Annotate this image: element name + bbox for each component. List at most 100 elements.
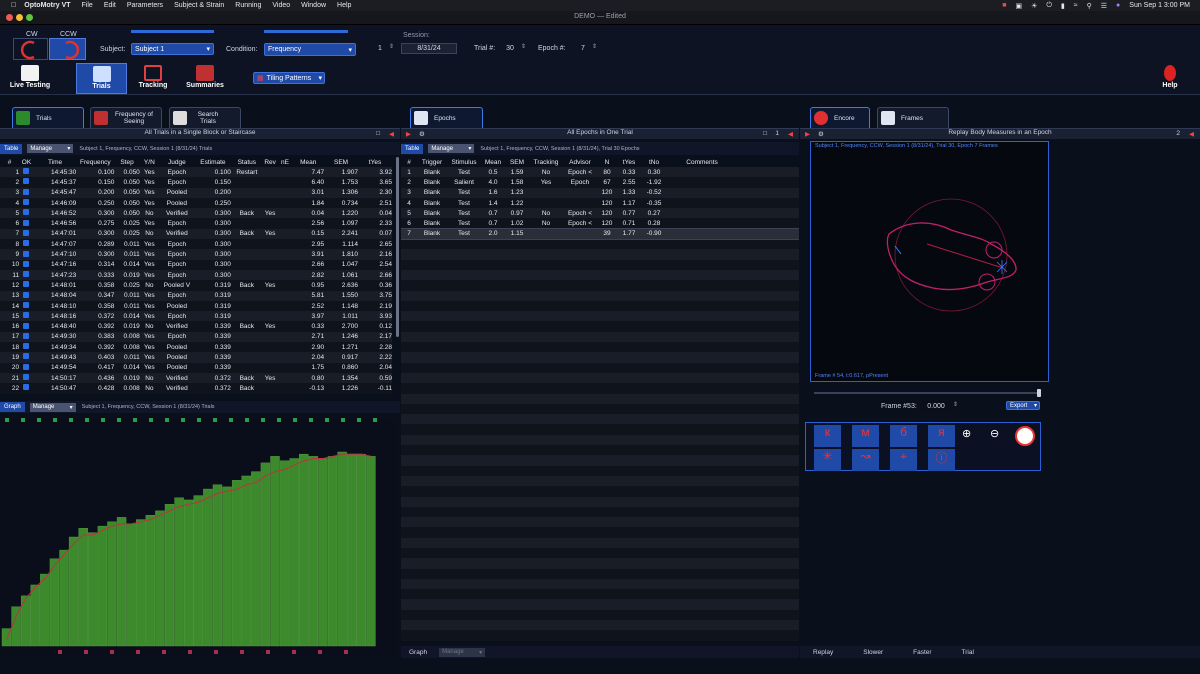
ok-checkbox[interactable] bbox=[23, 363, 30, 370]
ccw-button[interactable] bbox=[49, 38, 86, 60]
graph-manage-select[interactable]: Manage ▾ bbox=[29, 402, 76, 412]
popout-icon[interactable]: □ bbox=[763, 130, 767, 137]
trials-button[interactable]: Trials bbox=[76, 63, 127, 94]
col-estimate[interactable]: Estimate bbox=[195, 157, 231, 167]
menu-app-name[interactable]: OptoMotry VT bbox=[24, 2, 70, 9]
table-row[interactable]: 14 14:48:10 0.358 0.011 Yes Pooled 0.319 2.52 1.… bbox=[0, 300, 392, 312]
trials-scrollbar[interactable] bbox=[396, 157, 399, 337]
live-testing-button[interactable]: Live Testing bbox=[5, 63, 55, 94]
table-row[interactable]: 8 14:47:07 0.289 0.011 Yes Epoch 0.300 2.95 1.11… bbox=[0, 239, 392, 250]
tracking-button[interactable]: Tracking bbox=[128, 63, 178, 94]
tool-nose-icon[interactable]: ✳ bbox=[814, 449, 841, 471]
ok-checkbox[interactable] bbox=[23, 281, 30, 288]
ok-checkbox[interactable] bbox=[23, 343, 30, 350]
middle-manage-select[interactable]: Manage ▾ bbox=[428, 144, 475, 153]
menubar-clock[interactable]: Sun Sep 1 3:00 PM bbox=[1129, 2, 1190, 9]
col-trigger[interactable]: Trigger bbox=[417, 157, 447, 167]
ok-checkbox[interactable] bbox=[23, 219, 30, 226]
menu-running[interactable]: Running bbox=[235, 2, 261, 9]
no-tracking-icon[interactable] bbox=[1015, 426, 1035, 446]
export-select[interactable]: Export ▾ bbox=[1006, 401, 1040, 410]
slower-button[interactable]: Slower bbox=[863, 649, 883, 656]
collapse-icon[interactable]: ◀ bbox=[788, 130, 793, 138]
tool-tail-icon[interactable]: ↝ bbox=[852, 449, 879, 471]
table-row[interactable]: 1 14:45:30 0.100 0.050 Yes Epoch 0.100 Restart 7… bbox=[0, 167, 392, 178]
col-mean[interactable]: Mean bbox=[292, 157, 324, 167]
display-icon[interactable]: ▣ bbox=[1015, 2, 1022, 10]
tool-body-outline-icon[interactable]: к bbox=[814, 425, 841, 447]
brightness-icon[interactable]: ☀ bbox=[1031, 2, 1037, 10]
ok-checkbox[interactable] bbox=[23, 291, 30, 298]
control-center-icon[interactable]: ☰ bbox=[1101, 2, 1107, 10]
col-sem[interactable]: SEM bbox=[505, 157, 529, 167]
col-rev[interactable]: Rev bbox=[263, 157, 278, 167]
col-tno[interactable]: tNo bbox=[641, 157, 667, 167]
table-row[interactable]: 4 14:46:09 0.250 0.050 Yes Pooled 0.250 1.84 0.7… bbox=[0, 197, 392, 209]
col-sem[interactable]: SEM bbox=[324, 157, 358, 167]
epoch-number[interactable]: 7 bbox=[575, 43, 591, 54]
left-manage-select[interactable]: Manage ▾ bbox=[27, 144, 74, 153]
tool-info-icon[interactable]: ⓘ bbox=[928, 449, 955, 471]
search-icon[interactable]: ⚲ bbox=[1087, 2, 1092, 10]
condition-select[interactable]: Frequency ▾ bbox=[264, 43, 356, 56]
table-row[interactable]: 15 14:48:16 0.372 0.014 Yes Epoch 0.319 3.97 1.0… bbox=[0, 311, 392, 322]
ok-checkbox[interactable] bbox=[23, 271, 30, 278]
video-frame-view[interactable]: Subject 1, Frequency, CCW, Session 1 (8/… bbox=[810, 141, 1049, 382]
trial-stepper[interactable]: ⇕ bbox=[521, 43, 529, 54]
replay-button[interactable]: Replay bbox=[813, 649, 833, 656]
table-row[interactable]: 12 14:48:01 0.358 0.025 No Pooled V 0.319 Back Y… bbox=[0, 280, 392, 291]
left-table-button[interactable]: Table bbox=[0, 143, 23, 154]
table-row[interactable]: 5 14:46:52 0.300 0.050 No Verified 0.300 Back Ye… bbox=[0, 208, 392, 219]
expand-icon[interactable]: ▶ bbox=[406, 130, 411, 138]
ok-checkbox[interactable] bbox=[23, 312, 30, 319]
ok-checkbox[interactable] bbox=[23, 178, 30, 185]
power-icon[interactable]: ⏻ bbox=[1046, 2, 1052, 10]
collapse-icon[interactable]: ◀ bbox=[389, 130, 394, 138]
table-row[interactable]: 4 Blank Test 1.4 1.22 120 1.17 -0.35 bbox=[401, 197, 799, 209]
frame-stepper[interactable]: ⇕ bbox=[953, 401, 961, 412]
wifi-icon[interactable]: ≈ bbox=[1074, 2, 1078, 9]
table-row[interactable]: 3 Blank Test 1.6 1.23 120 1.33 -0.52 bbox=[401, 187, 799, 198]
siri-icon[interactable]: ● bbox=[1116, 2, 1120, 9]
session-stepper[interactable]: ⇕ bbox=[389, 43, 397, 54]
table-row[interactable]: 2 Blank Salient 4.0 1.58 Yes Epoch 67 2.55 -1.92 bbox=[401, 177, 799, 188]
table-row[interactable]: 6 Blank Test 0.7 1.02 No Epoch <120 0.71 0.28 bbox=[401, 218, 799, 229]
battery-icon[interactable]: ▮ bbox=[1061, 2, 1065, 10]
col-comments[interactable]: Comments bbox=[667, 157, 737, 167]
col-tyes[interactable]: tYes bbox=[617, 157, 641, 167]
ok-checkbox[interactable] bbox=[23, 199, 30, 206]
col-num[interactable]: # bbox=[401, 157, 417, 167]
table-row[interactable]: 2 14:45:37 0.150 0.050 Yes Epoch 0.150 6.40 1.75… bbox=[0, 177, 392, 188]
menu-video[interactable]: Video bbox=[272, 2, 290, 9]
session-number[interactable]: 1 bbox=[371, 43, 389, 54]
tool-vector-icon[interactable]: я bbox=[928, 425, 955, 447]
app-status-icon[interactable]: ■ bbox=[1002, 2, 1006, 9]
ok-checkbox[interactable] bbox=[23, 209, 30, 216]
table-row[interactable]: 7 14:47:01 0.300 0.025 No Verified 0.300 Back Ye… bbox=[0, 228, 392, 240]
tab-encore[interactable]: Encore bbox=[810, 107, 870, 128]
ok-checkbox[interactable] bbox=[23, 250, 30, 257]
tab-epochs[interactable]: Epochs bbox=[410, 107, 483, 128]
col-judge[interactable]: Judge bbox=[159, 157, 195, 167]
col-ne[interactable]: nE bbox=[278, 157, 293, 167]
ok-checkbox[interactable] bbox=[23, 353, 30, 360]
ok-checkbox[interactable] bbox=[23, 229, 30, 236]
session-date[interactable]: 8/31/24 bbox=[401, 43, 457, 54]
faster-button[interactable]: Faster bbox=[913, 649, 931, 656]
graph-button[interactable]: Graph bbox=[0, 402, 25, 412]
cw-button[interactable] bbox=[13, 38, 48, 60]
col-yn[interactable]: Y/N bbox=[140, 157, 159, 167]
table-row[interactable]: 20 14:49:54 0.417 0.014 Yes Pooled 0.339 1.75 0.… bbox=[0, 362, 392, 373]
table-row[interactable]: 17 14:49:30 0.383 0.008 Yes Epoch 0.339 2.71 1.2… bbox=[0, 331, 392, 343]
frame-slider-track[interactable] bbox=[814, 392, 1040, 394]
menu-file[interactable]: File bbox=[82, 2, 93, 9]
menu-edit[interactable]: Edit bbox=[104, 2, 116, 9]
subject-select[interactable]: Subject 1 ▾ bbox=[131, 43, 214, 55]
col-ok[interactable]: OK bbox=[19, 157, 34, 167]
col-num[interactable]: # bbox=[0, 157, 19, 167]
frame-slider-thumb[interactable] bbox=[1037, 389, 1041, 397]
ok-checkbox[interactable] bbox=[23, 374, 30, 381]
ok-checkbox[interactable] bbox=[23, 384, 30, 391]
table-row[interactable]: 13 14:48:04 0.347 0.011 Yes Epoch 0.319 5.81 1.5… bbox=[0, 290, 392, 301]
collapse-icon[interactable]: ◀ bbox=[1189, 130, 1194, 138]
